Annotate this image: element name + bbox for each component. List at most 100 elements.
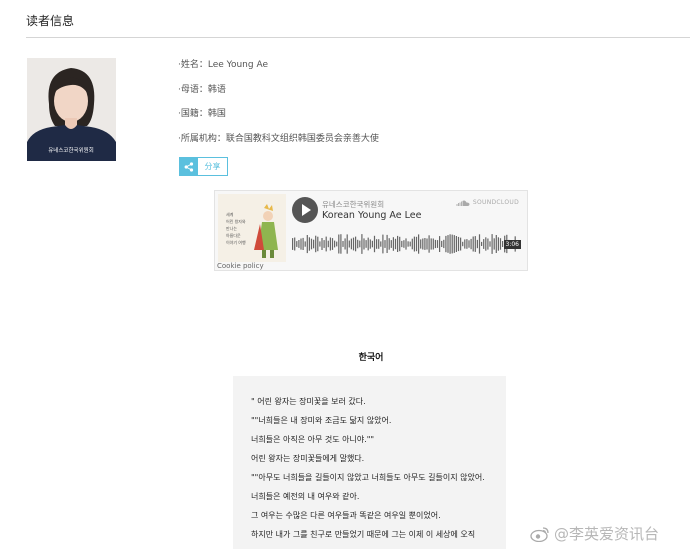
waveform-bar xyxy=(397,235,399,252)
waveform-bar xyxy=(449,234,451,254)
nationality-value: 韩国 xyxy=(207,109,226,119)
waveform-bar xyxy=(384,240,386,248)
language-label: ·母语： xyxy=(178,84,208,95)
waveform-bar xyxy=(418,234,420,254)
cookie-policy-link[interactable]: Cookie policy xyxy=(217,262,264,270)
waveform-bar xyxy=(403,240,405,248)
cover-line-5: 이야기 여행 xyxy=(226,239,246,245)
waveform-bar xyxy=(313,239,315,249)
waveform-bar xyxy=(470,238,472,250)
share-icon xyxy=(180,158,198,175)
soundcloud-player[interactable]: 세계 어린 왕자와 만나는 아름다운 이야기 여행 Cookie policy … xyxy=(214,190,528,271)
waveform-bar xyxy=(298,240,300,248)
waveform-bar xyxy=(487,238,489,250)
waveform-bar xyxy=(342,241,344,247)
waveform-bar xyxy=(329,237,331,251)
waveform-bar xyxy=(344,238,346,250)
waveform-bar xyxy=(401,240,403,248)
waveform-bar xyxy=(294,237,296,251)
soundcloud-brand-text: SOUNDCLOUD xyxy=(472,199,519,206)
waveform-bar xyxy=(447,235,449,253)
waveform-bar xyxy=(386,234,388,253)
waveform-bar xyxy=(357,239,359,249)
waveform-bar xyxy=(323,240,325,248)
org-label: ·所属机构： xyxy=(178,133,226,144)
waveform-bar xyxy=(399,236,401,252)
waveform-bar xyxy=(476,239,478,249)
cover-line-4: 아름다운 xyxy=(226,232,241,238)
waveform-bar xyxy=(483,239,485,249)
waveform-bar xyxy=(432,238,434,250)
waveform-bar xyxy=(340,234,342,254)
waveform-bar xyxy=(474,236,476,252)
track-title[interactable]: Korean Young Ae Lee xyxy=(322,210,421,221)
waveform-bar xyxy=(325,236,327,252)
waveform-bar xyxy=(321,238,323,250)
waveform-bar xyxy=(292,238,294,250)
waveform-bar xyxy=(350,238,352,250)
waveform-bar xyxy=(296,241,298,247)
cover-line-3: 만나는 xyxy=(226,225,237,231)
watermark: @李英爱资讯台 xyxy=(530,523,659,544)
waveform-bar xyxy=(443,239,445,249)
waveform-bar xyxy=(445,235,447,253)
waveform-bar xyxy=(392,237,394,251)
waveform-bar xyxy=(380,241,382,247)
waveform-bar xyxy=(302,237,304,250)
lyrics-line: 너희들은 아직은 아무 것도 아니야."" xyxy=(251,435,375,444)
lyrics-line: 그 여우는 수많은 다른 여우들과 똑같은 여우일 뿐이었어. xyxy=(251,511,441,520)
waveform-bar xyxy=(485,237,487,251)
waveform-bar xyxy=(426,238,428,250)
waveform-bar xyxy=(336,241,338,247)
waveform-bar xyxy=(331,238,334,250)
waveform-bar xyxy=(413,236,415,252)
waveform-bar xyxy=(348,240,350,248)
track-cover-art[interactable]: 세계 어린 왕자와 만나는 아름다운 이야기 여행 xyxy=(218,194,286,262)
waveform-bar xyxy=(460,237,462,251)
waveform-bar xyxy=(489,241,491,247)
avatar-shirt-text: 유네스코한국위원회 xyxy=(48,146,94,154)
waveform-bar xyxy=(317,236,319,252)
waveform-bar xyxy=(424,238,426,250)
waveform-bar xyxy=(462,241,464,247)
waveform-bar xyxy=(367,237,369,251)
waveform[interactable] xyxy=(292,233,517,255)
play-button[interactable] xyxy=(292,197,318,223)
lyrics-box: " 어린 왕자는 장미꽃을 보러 갔다. ""너희들은 내 장미와 조금도 닮지… xyxy=(233,376,506,549)
nationality-label: ·国籍： xyxy=(178,109,208,119)
waveform-bar xyxy=(346,234,348,254)
waveform-bar xyxy=(363,238,365,250)
waveform-bar xyxy=(481,241,483,246)
section-title: 读者信息 xyxy=(26,14,75,28)
share-button[interactable]: 分享 xyxy=(179,157,228,176)
waveform-bar xyxy=(382,234,384,254)
waveform-bar xyxy=(304,241,306,247)
waveform-bar xyxy=(376,239,378,249)
waveform-bar xyxy=(499,238,502,250)
waveform-bar xyxy=(334,240,336,248)
waveform-bar xyxy=(457,236,460,252)
waveform-bar xyxy=(466,239,468,249)
share-label: 分享 xyxy=(204,162,221,171)
waveform-bar xyxy=(355,236,357,252)
soundcloud-logo[interactable]: SOUNDCLOUD xyxy=(456,199,519,206)
waveform-bar xyxy=(371,240,373,248)
lyrics-line: 어린 왕자는 장미꽃들에게 말했다. xyxy=(251,454,365,463)
waveform-bar xyxy=(390,240,392,248)
waveform-bar xyxy=(451,234,453,254)
lyrics-line: 하지만 내가 그를 친구로 만들었기 때문에 그는 이제 이 세상에 오직 xyxy=(251,530,476,539)
waveform-bar xyxy=(455,236,457,252)
waveform-bar xyxy=(373,235,376,253)
waveform-bar xyxy=(497,237,499,251)
waveform-bar xyxy=(361,234,363,254)
track-uploader[interactable]: 유네스코한국위원회 xyxy=(322,199,384,210)
waveform-bar xyxy=(394,238,397,250)
profile-nationality-row: ·国籍：韩国 xyxy=(178,108,379,133)
org-value: 联合国教科文组织韩国委员会亲善大使 xyxy=(225,133,379,144)
weibo-icon xyxy=(530,526,549,542)
name-label: ·姓名： xyxy=(178,60,208,70)
waveform-bar xyxy=(369,239,371,249)
lyrics-line: ""아무도 너희들을 길들이지 않았고 너희들도 아무도 길들이지 않았어. xyxy=(251,473,485,482)
waveform-bar xyxy=(439,236,441,252)
waveform-bar xyxy=(472,236,474,252)
